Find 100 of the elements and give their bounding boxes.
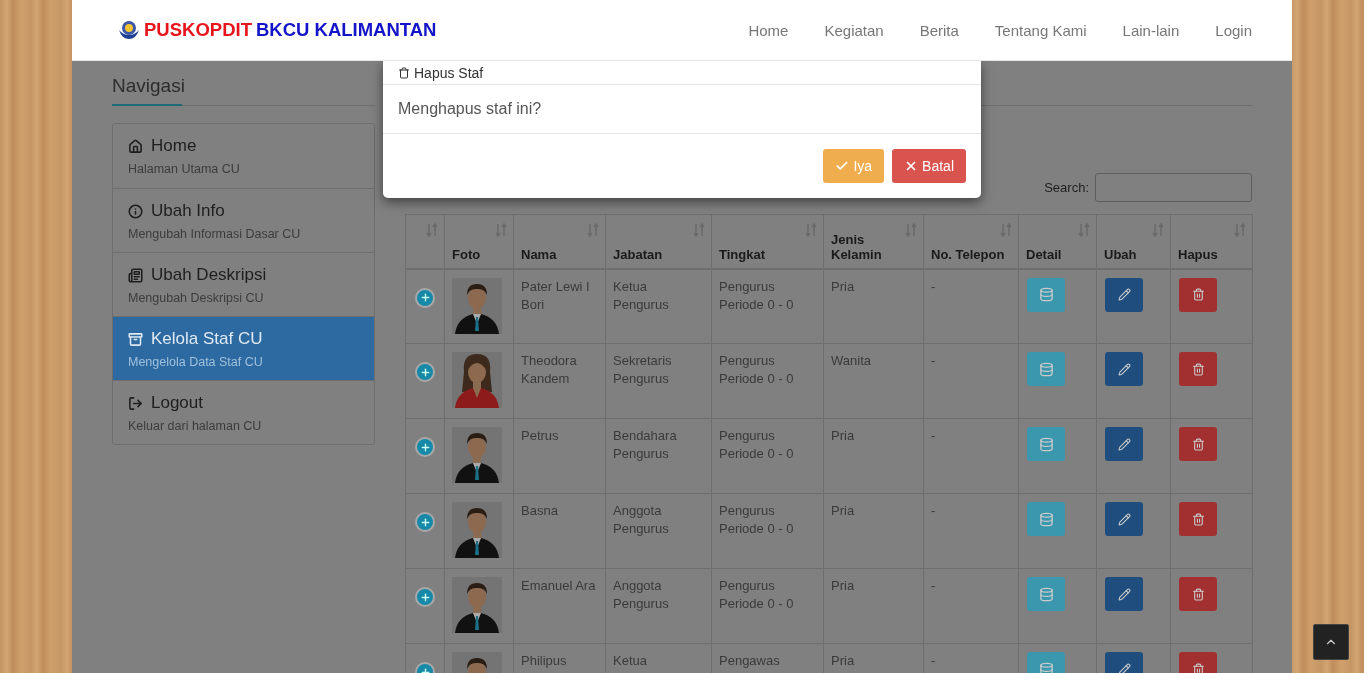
- table-cell: -: [923, 493, 1019, 569]
- table-cell: Pria: [823, 418, 924, 494]
- detail-button[interactable]: [1027, 352, 1065, 386]
- nav-link[interactable]: Tentang Kami: [994, 21, 1087, 39]
- table-cell: -: [923, 268, 1019, 344]
- item-subtitle: Mengelola Data Staf CU: [128, 355, 264, 369]
- table-header[interactable]: Foto: [444, 214, 514, 269]
- logo-icon: [118, 20, 140, 40]
- table-header[interactable]: Hapus: [1170, 214, 1253, 269]
- edit-button[interactable]: [1105, 277, 1143, 312]
- database-icon: [1038, 436, 1054, 452]
- table-header[interactable]: Nama: [513, 214, 606, 269]
- item-subtitle: Mengubah Informasi Dasar CU: [128, 227, 302, 241]
- nav-link[interactable]: Login: [1215, 21, 1252, 39]
- cancel-button[interactable]: Batal: [892, 149, 966, 183]
- table-cell: Ketua Pengurus: [605, 268, 712, 344]
- table-cell: Emanuel Ara: [513, 568, 606, 644]
- brand-name[interactable]: PUSKOPDIT: [144, 19, 252, 41]
- edit-button[interactable]: [1105, 352, 1143, 386]
- database-icon: [1038, 361, 1054, 377]
- item-subtitle: Mengubah Deskripsi CU: [128, 291, 265, 305]
- table-cell: Pria: [823, 568, 924, 644]
- detail-button[interactable]: [1027, 277, 1065, 312]
- table-cell: Bendahara Pengurus: [605, 418, 712, 494]
- table-cell: Anggota Pengurus: [605, 568, 712, 644]
- table-cell: -: [923, 418, 1019, 494]
- table-header[interactable]: Ubah: [1096, 214, 1171, 269]
- expand-button[interactable]: [415, 587, 435, 607]
- table-cell: Pater Lewi I Bori: [513, 268, 606, 344]
- table-header[interactable]: No. Telepon: [923, 214, 1019, 269]
- expand-button[interactable]: [415, 287, 435, 308]
- pencil-icon: [1117, 362, 1131, 376]
- item-label: Logout: [151, 393, 203, 413]
- sidebar-title: Navigasi: [112, 61, 375, 106]
- item-label: Ubah Info: [151, 201, 225, 221]
- dialog-title: Hapus Staf: [414, 64, 484, 81]
- table-cell: Theodora Kandem: [513, 343, 606, 419]
- delete-button[interactable]: [1179, 277, 1217, 312]
- table-cell: -: [923, 343, 1019, 419]
- sidebar-item[interactable]: Kelola Staf CU Mengelola Data Staf CU: [113, 316, 374, 380]
- expand-button[interactable]: [415, 437, 435, 457]
- nav-link[interactable]: Berita: [919, 21, 959, 39]
- trash-icon: [1191, 437, 1205, 451]
- table-cell: Sekretaris Pengurus: [605, 343, 712, 419]
- trash-icon: [1191, 512, 1205, 526]
- trash-icon: [1191, 662, 1205, 673]
- item-label: Kelola Staf CU: [151, 329, 263, 349]
- detail-button[interactable]: [1027, 427, 1065, 461]
- table-header[interactable]: Tingkat: [711, 214, 824, 269]
- plus-icon: [419, 591, 431, 603]
- avatar-icon: [452, 277, 502, 334]
- table-header[interactable]: Jabatan: [605, 214, 712, 269]
- sidebar-item[interactable]: Logout Keluar dari halaman CU: [113, 380, 374, 444]
- plus-icon: [419, 441, 431, 453]
- expand-button[interactable]: [415, 362, 435, 382]
- avatar-icon: [452, 427, 502, 483]
- item-subtitle: Keluar dari halaman CU: [128, 419, 263, 433]
- delete-button[interactable]: [1179, 502, 1217, 536]
- search-field[interactable]: [1095, 173, 1252, 202]
- table-cell: -: [923, 568, 1019, 644]
- search-label: Search:: [1044, 180, 1089, 195]
- table-cell: Basna: [513, 493, 606, 569]
- brand-name[interactable]: BKCU KALIMANTAN: [255, 19, 437, 41]
- table-cell: Petrus: [513, 418, 606, 494]
- table-header[interactable]: Detail: [1018, 214, 1097, 269]
- table-header[interactable]: Jenis Kelamin: [823, 214, 924, 269]
- trash-icon: [1191, 288, 1205, 301]
- database-icon: [1038, 661, 1054, 673]
- item-subtitle: Halaman Utama CU: [128, 162, 241, 176]
- nav-link[interactable]: Lain-lain: [1122, 21, 1180, 39]
- item-label: Ubah Deskripsi: [151, 265, 267, 285]
- database-icon: [1038, 586, 1054, 602]
- table-cell: Pengurus Periode 0 - 0: [711, 493, 824, 569]
- nav-link[interactable]: Home: [748, 21, 789, 39]
- avatar-icon: [452, 577, 502, 633]
- expand-button[interactable]: [415, 512, 435, 532]
- table-cell: Pengurus Periode 0 - 0: [711, 343, 824, 419]
- edit-button[interactable]: [1105, 502, 1143, 536]
- plus-icon: [419, 516, 431, 528]
- plus-icon: [419, 366, 431, 378]
- pencil-icon: [1117, 662, 1131, 673]
- delete-button[interactable]: [1179, 577, 1217, 611]
- delete-button[interactable]: [1179, 427, 1217, 461]
- edit-button[interactable]: [1105, 427, 1143, 461]
- edit-button[interactable]: [1105, 577, 1143, 611]
- table-cell: Wanita: [823, 343, 924, 419]
- trash-icon: [1191, 362, 1205, 376]
- pencil-icon: [1117, 587, 1131, 601]
- detail-button[interactable]: [1027, 502, 1065, 536]
- scroll-top-button[interactable]: [1313, 624, 1349, 660]
- plus-icon: [419, 292, 431, 303]
- table-cell: Pengurus Periode 0 - 0: [711, 568, 824, 644]
- detail-button[interactable]: [1027, 577, 1065, 611]
- table-cell: Pengurus Periode 0 - 0: [711, 418, 824, 494]
- nav-link[interactable]: Kegiatan: [824, 21, 884, 39]
- table-cell: Pengurus Periode 0 - 0: [711, 268, 824, 344]
- table-cell: Pria: [823, 268, 924, 344]
- avatar-icon: [452, 502, 502, 558]
- delete-button[interactable]: [1179, 352, 1217, 386]
- avatar-icon: [452, 352, 502, 408]
